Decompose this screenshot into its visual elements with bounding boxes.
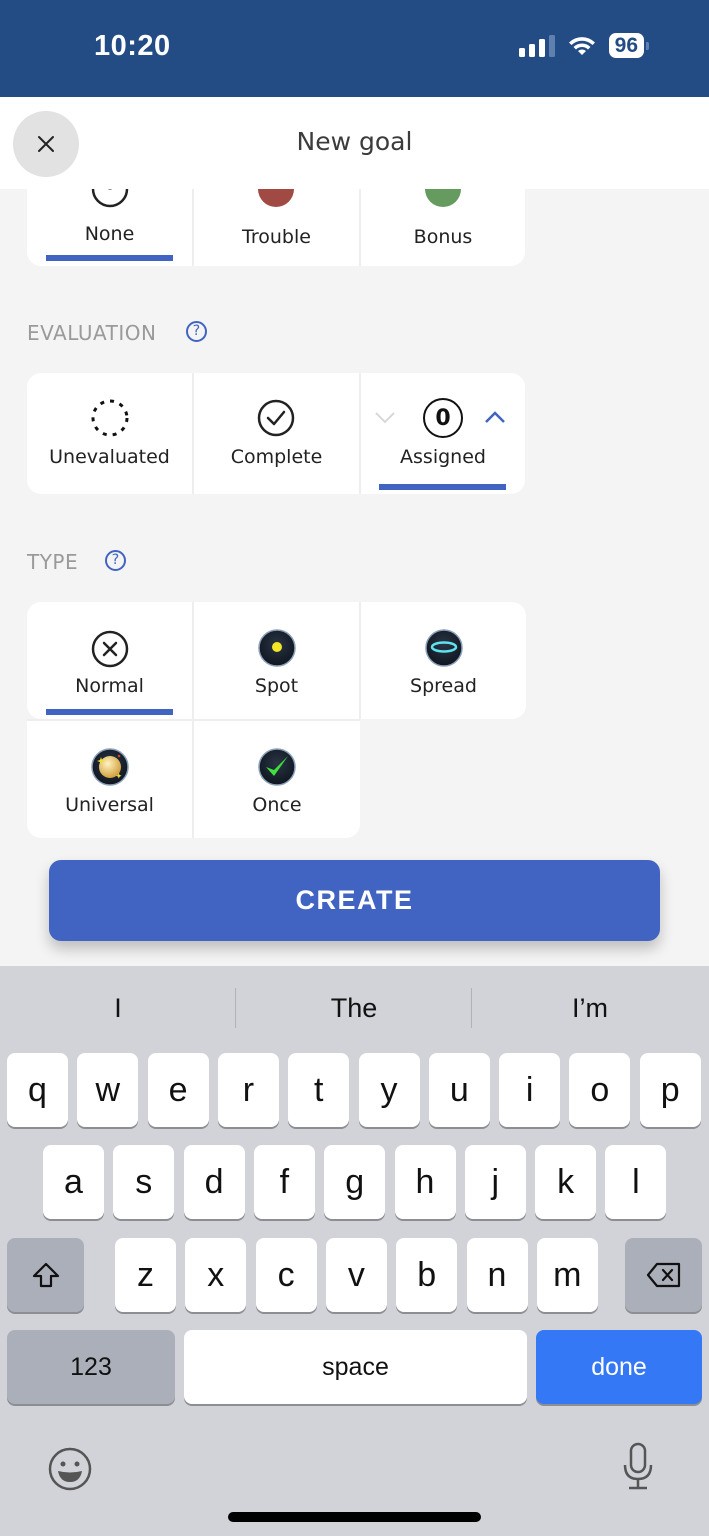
backspace-key[interactable]: [625, 1238, 702, 1312]
shift-key[interactable]: [7, 1238, 84, 1312]
key-y[interactable]: y: [358, 1053, 420, 1127]
type-option-universal[interactable]: Universal: [27, 721, 192, 838]
type-label: Once: [252, 794, 302, 816]
modal-header: New goal: [0, 97, 709, 189]
key-e[interactable]: e: [147, 1053, 209, 1127]
assigned-count: 0: [435, 405, 451, 431]
microphone-icon[interactable]: [620, 1441, 656, 1493]
evaluation-label: Complete: [230, 446, 323, 468]
selected-underline: [46, 709, 173, 715]
dashed-circle-icon: [91, 399, 129, 437]
difficulty-label: Trouble: [242, 226, 311, 248]
evaluation-option-assigned[interactable]: 0 Assigned: [361, 373, 525, 494]
type-option-once[interactable]: Once: [194, 721, 360, 838]
key-h[interactable]: h: [394, 1145, 456, 1219]
help-icon[interactable]: ?: [105, 550, 126, 571]
key-u[interactable]: u: [428, 1053, 490, 1127]
difficulty-option-trouble[interactable]: Trouble: [194, 189, 359, 266]
key-l[interactable]: l: [605, 1145, 667, 1219]
create-button[interactable]: CREATE: [49, 860, 660, 941]
type-label: Normal: [75, 675, 144, 697]
key-c[interactable]: c: [255, 1238, 317, 1312]
key-r[interactable]: r: [217, 1053, 279, 1127]
x-circle-icon: [91, 630, 129, 668]
page-title: New goal: [296, 127, 413, 156]
wifi-icon: [568, 36, 595, 55]
bonus-green-dot-icon: [425, 189, 461, 207]
evaluation-option-unevaluated[interactable]: Unevaluated: [27, 373, 192, 494]
trouble-red-dot-icon: [258, 189, 294, 207]
key-p[interactable]: p: [639, 1053, 701, 1127]
home-indicator[interactable]: [228, 1512, 481, 1522]
difficulty-option-bonus[interactable]: Bonus: [361, 189, 525, 266]
suggestion-3[interactable]: I’m: [472, 966, 708, 1050]
battery-percent: 96: [608, 33, 644, 58]
backspace-icon: [646, 1262, 680, 1288]
space-key[interactable]: space: [184, 1330, 527, 1404]
selected-underline: [46, 255, 173, 261]
type-section-label: TYPE: [27, 550, 79, 574]
signal-icon: [518, 34, 555, 57]
key-w[interactable]: w: [77, 1053, 139, 1127]
check-circle-icon: [257, 399, 295, 437]
type-label: Spread: [410, 675, 477, 697]
chevron-up-icon[interactable]: [483, 409, 507, 425]
key-m[interactable]: m: [536, 1238, 598, 1312]
key-q[interactable]: q: [7, 1053, 68, 1127]
numbers-key[interactable]: 123: [7, 1330, 175, 1404]
chevron-down-icon[interactable]: [373, 409, 397, 425]
battery-icon: 96: [608, 33, 649, 58]
difficulty-label: Bonus: [413, 226, 473, 248]
suggestion-1[interactable]: I: [0, 966, 236, 1050]
key-f[interactable]: f: [253, 1145, 315, 1219]
key-k[interactable]: k: [535, 1145, 597, 1219]
done-key[interactable]: done: [536, 1330, 702, 1404]
evaluation-section-label: EVALUATION: [27, 321, 157, 345]
selected-underline: [379, 484, 506, 490]
counter-icon: 0: [423, 398, 463, 438]
once-check-icon: [258, 748, 296, 786]
key-b[interactable]: b: [396, 1238, 458, 1312]
emoji-icon[interactable]: [47, 1446, 93, 1492]
spot-icon: [258, 629, 296, 667]
evaluation-card: Unevaluated Complete 0 Assigned: [27, 373, 525, 494]
difficulty-card: None Trouble Bonus: [27, 189, 525, 266]
universal-icon: [91, 748, 129, 786]
suggestion-2[interactable]: The: [236, 966, 472, 1050]
spread-icon: [425, 629, 463, 667]
status-icons: 96: [518, 33, 649, 58]
key-o[interactable]: o: [569, 1053, 631, 1127]
type-label: Spot: [254, 675, 299, 697]
key-s[interactable]: s: [113, 1145, 175, 1219]
key-d[interactable]: d: [183, 1145, 245, 1219]
key-t[interactable]: t: [288, 1053, 350, 1127]
type-option-normal[interactable]: Normal: [27, 602, 192, 719]
key-j[interactable]: j: [464, 1145, 526, 1219]
status-time: 10:20: [94, 30, 171, 62]
type-label: Universal: [65, 794, 154, 816]
keyboard: I The I’m 123 space done qwertyuiop asdfg…: [0, 966, 709, 1536]
evaluation-option-complete[interactable]: Complete: [194, 373, 359, 494]
key-x[interactable]: x: [185, 1238, 247, 1312]
evaluation-label: Assigned: [400, 446, 486, 468]
evaluation-label: Unevaluated: [49, 446, 170, 468]
help-icon[interactable]: ?: [186, 321, 207, 342]
key-n[interactable]: n: [466, 1238, 528, 1312]
type-option-spot[interactable]: Spot: [194, 602, 359, 719]
type-card-row1: Normal Spot Spread: [27, 602, 526, 719]
status-bar: 10:20 96: [0, 0, 709, 97]
shift-icon: [32, 1262, 59, 1288]
difficulty-label: None: [84, 223, 135, 245]
key-g[interactable]: g: [324, 1145, 386, 1219]
type-card-row2: Universal Once: [27, 721, 360, 838]
key-v[interactable]: v: [325, 1238, 387, 1312]
key-z[interactable]: z: [115, 1238, 176, 1312]
none-circle-icon: [91, 189, 129, 208]
type-option-spread[interactable]: Spread: [361, 602, 526, 719]
key-a[interactable]: a: [43, 1145, 104, 1219]
key-i[interactable]: i: [499, 1053, 561, 1127]
difficulty-option-none[interactable]: None: [27, 189, 192, 266]
